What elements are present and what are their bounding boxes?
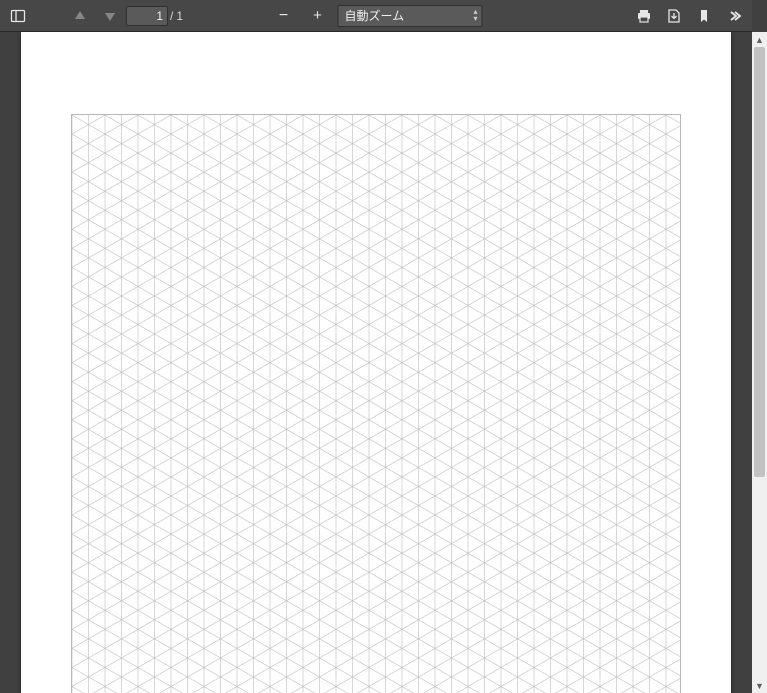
select-arrows-icon: ▴▾ bbox=[473, 8, 477, 22]
scrollbar-track[interactable] bbox=[752, 47, 767, 678]
page-total: 1 bbox=[176, 9, 183, 23]
toolbar-right-group bbox=[630, 2, 752, 30]
isometric-grid-svg bbox=[72, 115, 681, 693]
zoom-in-icon: + bbox=[313, 8, 322, 23]
tools-button[interactable] bbox=[720, 2, 748, 30]
isometric-grid-content bbox=[71, 114, 681, 693]
previous-page-button[interactable] bbox=[66, 2, 94, 30]
bookmark-button[interactable] bbox=[690, 2, 718, 30]
zoom-out-icon: − bbox=[279, 8, 288, 24]
page-down-icon bbox=[102, 8, 118, 24]
print-button[interactable] bbox=[630, 2, 658, 30]
download-button[interactable] bbox=[660, 2, 688, 30]
zoom-in-button[interactable]: + bbox=[304, 2, 332, 30]
zoom-out-button[interactable]: − bbox=[270, 2, 298, 30]
scroll-down-button[interactable]: ▼ bbox=[752, 678, 767, 693]
page-up-icon bbox=[72, 8, 88, 24]
document-viewer[interactable] bbox=[0, 32, 752, 693]
page-count-label: / 1 bbox=[170, 9, 183, 23]
page-number-input[interactable] bbox=[126, 6, 168, 26]
toolbar-left-group: / 1 bbox=[0, 2, 183, 30]
download-icon bbox=[666, 8, 682, 24]
toolbar-center-group: − + 自動ズーム ▴▾ bbox=[270, 2, 483, 30]
pdf-page bbox=[21, 32, 731, 693]
zoom-select[interactable]: 自動ズーム ▴▾ bbox=[338, 5, 483, 27]
tools-icon bbox=[726, 8, 742, 24]
print-icon bbox=[636, 8, 652, 24]
scroll-up-button[interactable]: ▲ bbox=[752, 32, 767, 47]
pdf-toolbar: / 1 − + 自動ズーム ▴▾ bbox=[0, 0, 752, 32]
sidebar-toggle-icon bbox=[10, 8, 26, 24]
next-page-button[interactable] bbox=[96, 2, 124, 30]
vertical-scrollbar[interactable]: ▲ ▼ bbox=[752, 32, 767, 693]
scrollbar-thumb[interactable] bbox=[754, 47, 765, 477]
bookmark-icon bbox=[696, 8, 712, 24]
zoom-select-value: 自動ズーム bbox=[345, 7, 405, 24]
sidebar-toggle-button[interactable] bbox=[4, 2, 32, 30]
page-separator: / bbox=[170, 9, 173, 23]
